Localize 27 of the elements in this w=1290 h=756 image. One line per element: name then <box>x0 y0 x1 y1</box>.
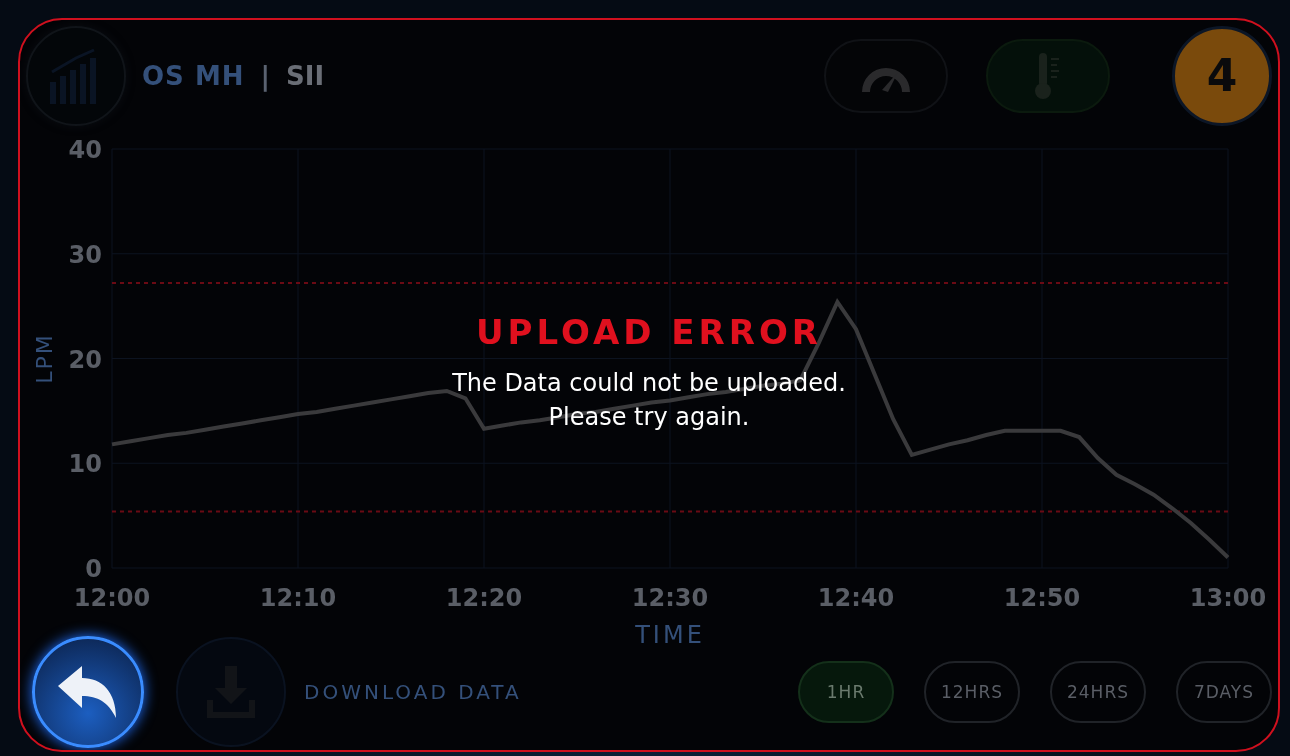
axis-tick-label: 12:20 <box>445 584 523 613</box>
axis-tick-label: 40 <box>68 136 102 165</box>
title-separator: | <box>260 60 270 91</box>
axis-tick-label: 12:00 <box>73 584 151 613</box>
download-label: DOWNLOAD DATA <box>304 679 522 704</box>
count-badge: 4 <box>1172 25 1272 126</box>
axis-tick-label: 10 <box>68 450 102 479</box>
axis-tick-label: 13:00 <box>1189 584 1267 613</box>
time-range-tab[interactable]: 12HRS <box>924 660 1020 723</box>
time-range-tab[interactable]: 7DAYS <box>1176 660 1272 723</box>
axis-tick-label: 20 <box>68 345 102 374</box>
error-title: UPLOAD ERROR <box>476 312 822 352</box>
back-button[interactable] <box>32 635 144 748</box>
time-range-tab[interactable]: 24HRS <box>1050 660 1146 723</box>
model-name: SII <box>286 60 325 91</box>
axis-tick-label: 0 <box>85 555 102 584</box>
axis-tick-label: 12:50 <box>1003 584 1081 613</box>
brand-name: OS MH <box>142 60 245 91</box>
axis-title: LPM <box>32 333 57 384</box>
axis-title: TIME <box>635 621 705 650</box>
error-message: The Data could not be uploaded. <box>452 368 846 399</box>
axis-tick-label: 12:40 <box>817 584 895 613</box>
axis-tick-label: 12:10 <box>259 584 337 613</box>
axis-tick-label: 30 <box>68 240 102 269</box>
axis-tick-label: 12:30 <box>631 584 709 613</box>
time-range-tab[interactable]: 1HR <box>798 660 894 723</box>
error-hint: Please try again. <box>548 402 750 433</box>
